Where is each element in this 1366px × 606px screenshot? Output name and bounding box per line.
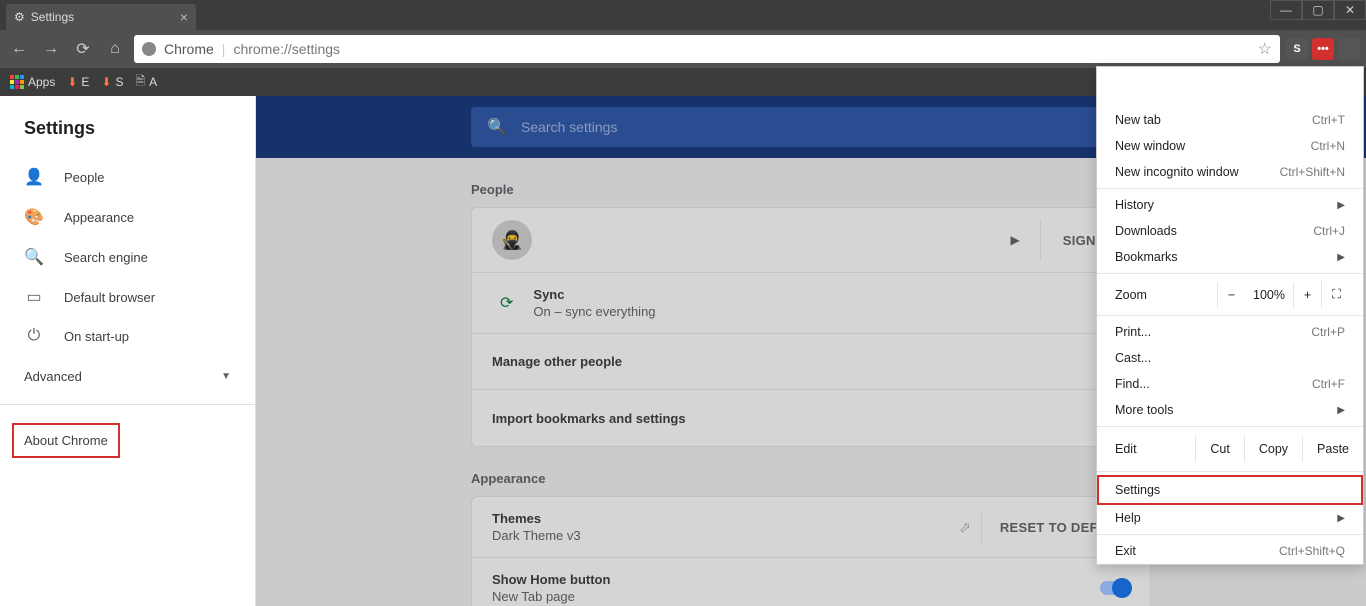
menu-zoom: Zoom − 100% + ⛶ [1097, 277, 1363, 312]
manage-people-row[interactable]: Manage other people ▶ [472, 334, 1150, 390]
profile-icon[interactable] [1338, 38, 1360, 60]
avatar: 🥷 [492, 220, 532, 260]
search-icon: 🔍 [487, 117, 507, 137]
sidebar-about-chrome[interactable]: About Chrome [12, 423, 120, 458]
sidebar-item-people[interactable]: 👤 People [0, 157, 255, 197]
window-controls: — ▢ ✕ [1270, 0, 1366, 20]
home-button-toggle[interactable] [1100, 581, 1130, 595]
menu-cut[interactable]: Cut [1195, 436, 1243, 462]
reload-button[interactable]: ⟳ [70, 36, 96, 62]
window-maximize-button[interactable]: ▢ [1302, 0, 1334, 20]
home-button[interactable]: ⌂ [102, 36, 128, 62]
fullscreen-button[interactable]: ⛶ [1321, 281, 1351, 308]
menu-help[interactable]: Help▶ [1097, 505, 1363, 531]
home-button-row[interactable]: Show Home button New Tab page [472, 558, 1150, 606]
chevron-down-icon: ▼ [221, 371, 231, 382]
chevron-right-icon: ▶ [1011, 233, 1020, 247]
apps-button[interactable]: Apps [10, 75, 55, 89]
browser-icon: ▭ [24, 287, 44, 307]
section-heading-appearance: Appearance [471, 471, 1151, 486]
tab-title: Settings [31, 10, 74, 24]
person-icon: 👤 [24, 167, 44, 187]
menu-downloads[interactable]: DownloadsCtrl+J [1097, 218, 1363, 244]
bookmark-item[interactable]: 🗎A [136, 72, 158, 93]
omnibox-url: chrome://settings [233, 41, 340, 57]
chevron-right-icon: ▶ [1337, 513, 1345, 524]
page-title: Settings [0, 108, 255, 157]
menu-new-window[interactable]: New windowCtrl+N [1097, 133, 1363, 159]
menu-new-tab[interactable]: New tabCtrl+T [1097, 107, 1363, 133]
omnibox-label: Chrome [164, 41, 214, 57]
sync-icon: ⟳ [500, 293, 513, 313]
back-button[interactable]: ← [6, 36, 32, 62]
menu-paste[interactable]: Paste [1302, 436, 1363, 462]
menu-exit[interactable]: ExitCtrl+Shift+Q [1097, 538, 1363, 564]
zoom-in-button[interactable]: + [1293, 282, 1321, 308]
sidebar-item-appearance[interactable]: 🎨 Appearance [0, 197, 255, 237]
address-bar[interactable]: Chrome | chrome://settings ☆ [134, 35, 1280, 63]
palette-icon: 🎨 [24, 207, 44, 227]
chevron-right-icon: ▶ [1337, 405, 1345, 416]
menu-incognito[interactable]: New incognito windowCtrl+Shift+N [1097, 159, 1363, 185]
menu-more-tools[interactable]: More tools▶ [1097, 397, 1363, 423]
forward-button[interactable]: → [38, 36, 64, 62]
extension-icon-s[interactable]: S [1286, 38, 1308, 60]
chrome-menu: New tabCtrl+T New windowCtrl+N New incog… [1096, 66, 1364, 565]
menu-print[interactable]: Print...Ctrl+P [1097, 319, 1363, 345]
search-icon: 🔍 [24, 247, 44, 267]
sidebar-item-default-browser[interactable]: ▭ Default browser [0, 277, 255, 317]
profile-row[interactable]: 🥷 ▶ SIGN OUT [472, 208, 1150, 273]
external-link-icon: ⬀ [959, 519, 971, 536]
menu-find[interactable]: Find...Ctrl+F [1097, 371, 1363, 397]
chevron-right-icon: ▶ [1337, 252, 1345, 263]
menu-copy[interactable]: Copy [1244, 436, 1302, 462]
sidebar-item-startup[interactable]: ⏻ On start-up [0, 317, 255, 355]
bookmark-item[interactable]: ⬇S [101, 75, 123, 89]
zoom-value: 100% [1245, 288, 1293, 302]
menu-history[interactable]: History▶ [1097, 192, 1363, 218]
window-minimize-button[interactable]: — [1270, 0, 1302, 20]
extension-icon-lastpass[interactable]: ••• [1312, 38, 1334, 60]
menu-bookmarks[interactable]: Bookmarks▶ [1097, 244, 1363, 270]
browser-tab[interactable]: ⚙ Settings × [6, 4, 196, 30]
menu-settings[interactable]: Settings [1097, 475, 1363, 505]
import-bookmarks-row[interactable]: Import bookmarks and settings ▶ [472, 390, 1150, 446]
sidebar-advanced[interactable]: Advanced ▼ [0, 355, 255, 398]
window-close-button[interactable]: ✕ [1334, 0, 1366, 20]
menu-edit-row: Edit Cut Copy Paste [1097, 430, 1363, 468]
menu-cast[interactable]: Cast... [1097, 345, 1363, 371]
sidebar-item-search-engine[interactable]: 🔍 Search engine [0, 237, 255, 277]
close-tab-icon[interactable]: × [180, 9, 188, 25]
chrome-icon [142, 42, 156, 56]
chevron-right-icon: ▶ [1337, 200, 1345, 211]
sidebar: Settings 👤 People 🎨 Appearance 🔍 Search … [0, 96, 256, 606]
sync-row[interactable]: ⟳ Sync On – sync everything ▶ [472, 273, 1150, 334]
search-settings[interactable]: 🔍 [471, 107, 1151, 147]
star-icon[interactable]: ☆ [1258, 39, 1272, 59]
zoom-out-button[interactable]: − [1217, 282, 1245, 308]
power-icon: ⏻ [24, 327, 44, 345]
apps-grid-icon [10, 75, 24, 89]
section-heading-people: People [471, 182, 1151, 197]
search-input[interactable] [521, 119, 1135, 135]
themes-row[interactable]: Themes Dark Theme v3 ⬀ RESET TO DEFAULT [472, 497, 1150, 558]
gear-icon: ⚙ [14, 10, 25, 24]
bookmark-item[interactable]: ⬇E [67, 75, 89, 89]
